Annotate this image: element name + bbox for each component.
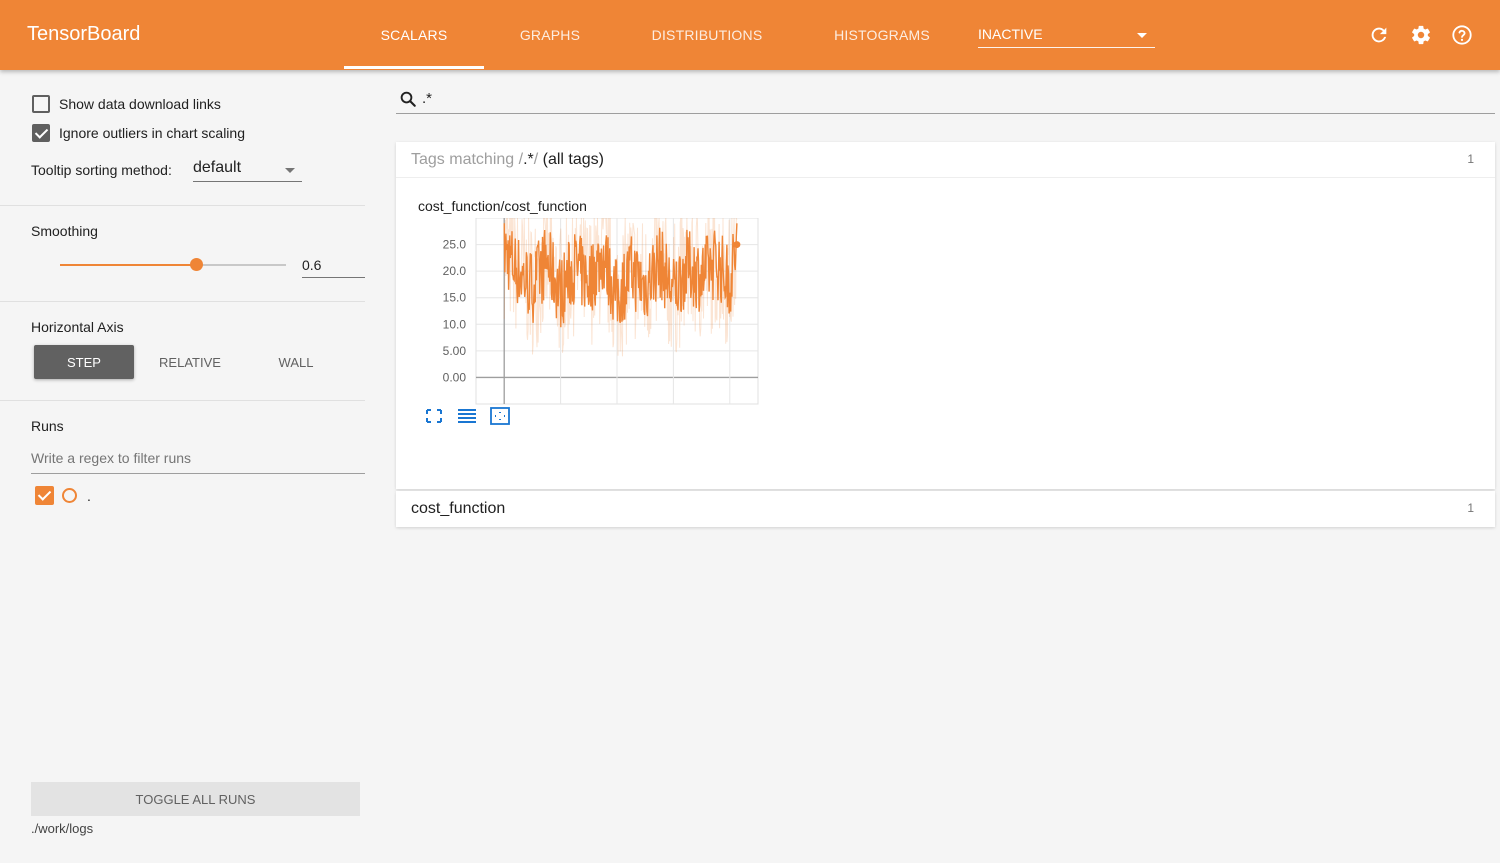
runs-label: Runs (31, 418, 64, 434)
series-last-point (733, 241, 741, 249)
run-checkbox[interactable] (35, 486, 54, 505)
settings-gear-icon[interactable] (1410, 24, 1432, 46)
help-circle-icon[interactable] (1451, 24, 1473, 46)
tooltip-sorting-value: default (193, 159, 242, 176)
chart-title: cost_function/cost_function (418, 198, 587, 214)
search-icon (400, 91, 416, 107)
fit-domain-icon[interactable] (489, 406, 511, 426)
show-download-links-checkbox[interactable]: Show data download links (32, 95, 221, 113)
inactive-dropdown-value: INACTIVE (978, 26, 1043, 42)
tab-histograms[interactable]: HISTOGRAMS (815, 0, 949, 70)
top-app-bar: TensorBoard SCALARS GRAPHS DISTRIBUTIONS… (0, 0, 1500, 70)
ignore-outliers-label: Ignore outliers in chart scaling (59, 125, 245, 141)
tag-search-bar[interactable]: .* (396, 84, 1495, 114)
tag-group-card: Tags matching /.*/ (all tags) 1 cost_fun… (396, 142, 1495, 489)
active-tab-indicator (344, 66, 484, 69)
tab-distributions[interactable]: DISTRIBUTIONS (633, 0, 781, 70)
checkbox-unchecked[interactable] (32, 95, 50, 113)
ignore-outliers-checkbox[interactable]: Ignore outliers in chart scaling (32, 124, 245, 142)
run-name: . (87, 487, 91, 504)
horizontal-axis-label: Horizontal Axis (31, 319, 124, 335)
inactive-plugins-dropdown[interactable]: INACTIVE (978, 26, 1155, 48)
y-tick-label: 25.0 (443, 238, 467, 252)
y-tick-label: 10.0 (443, 317, 467, 331)
y-tick-label: 15.0 (443, 291, 467, 305)
tag-count-badge: 1 (1467, 152, 1474, 166)
tooltip-sorting-dropdown[interactable]: default (193, 159, 302, 182)
log-scale-lines-icon[interactable] (456, 406, 478, 426)
section-divider (0, 301, 365, 302)
tab-scalars[interactable]: SCALARS (344, 0, 484, 70)
axis-step-button[interactable]: STEP (34, 345, 134, 379)
tags-matching-suffix: / (533, 151, 539, 168)
all-tags-label: (all tags) (542, 151, 604, 168)
sidebar: Show data download links Ignore outliers… (0, 70, 365, 863)
smoothing-value-input[interactable]: 0.6 (302, 256, 365, 278)
axis-wall-button[interactable]: WALL (246, 345, 346, 379)
y-tick-label: 20.0 (443, 264, 467, 278)
toggle-all-runs-button[interactable]: TOGGLE ALL RUNS (31, 782, 360, 816)
chevron-down-icon (1137, 33, 1147, 38)
tag-group-title: Tags matching /.*/ (all tags) (411, 151, 604, 169)
app-title: TensorBoard (27, 23, 141, 45)
chevron-down-icon (285, 168, 295, 173)
runs-filter-input[interactable]: Write a regex to filter runs (31, 450, 365, 474)
log-directory: ./work/logs (31, 821, 94, 836)
search-input[interactable]: .* (422, 90, 432, 107)
smoothing-slider[interactable] (60, 258, 286, 271)
axis-relative-button[interactable]: RELATIVE (134, 345, 246, 379)
run-item[interactable]: . (35, 486, 91, 505)
tooltip-sorting-label: Tooltip sorting method: (31, 162, 172, 178)
tags-matching-regex: .* (523, 151, 534, 168)
tag-group-header[interactable]: Tags matching /.*/ (all tags) 1 (396, 142, 1495, 178)
tag-group-card-cost-function: cost_function 1 (396, 491, 1495, 527)
run-color-swatch (62, 488, 77, 503)
tag-group-title: cost_function (411, 500, 506, 517)
scalar-chart[interactable]: 0.005.0010.015.020.025.00.0004.000k8.000… (414, 218, 764, 408)
y-tick-label: 0.00 (443, 370, 467, 384)
show-download-links-label: Show data download links (59, 96, 221, 112)
smoothing-slider-fill (60, 264, 196, 266)
horizontal-axis-selector: STEP RELATIVE WALL (34, 345, 346, 379)
smoothing-slider-knob[interactable] (189, 258, 203, 271)
section-divider (0, 205, 365, 206)
tab-graphs[interactable]: GRAPHS (484, 0, 616, 70)
y-tick-label: 5.00 (443, 344, 467, 358)
tag-count-badge: 1 (1467, 501, 1474, 515)
tag-group-header[interactable]: cost_function 1 (396, 491, 1495, 527)
runs-filter-placeholder: Write a regex to filter runs (31, 450, 192, 466)
checkbox-checked[interactable] (32, 124, 50, 142)
section-divider (0, 400, 365, 401)
tags-matching-prefix: Tags matching / (411, 151, 524, 168)
refresh-icon[interactable] (1368, 24, 1390, 46)
smoothing-label: Smoothing (31, 223, 98, 239)
fullscreen-icon[interactable] (423, 406, 445, 426)
